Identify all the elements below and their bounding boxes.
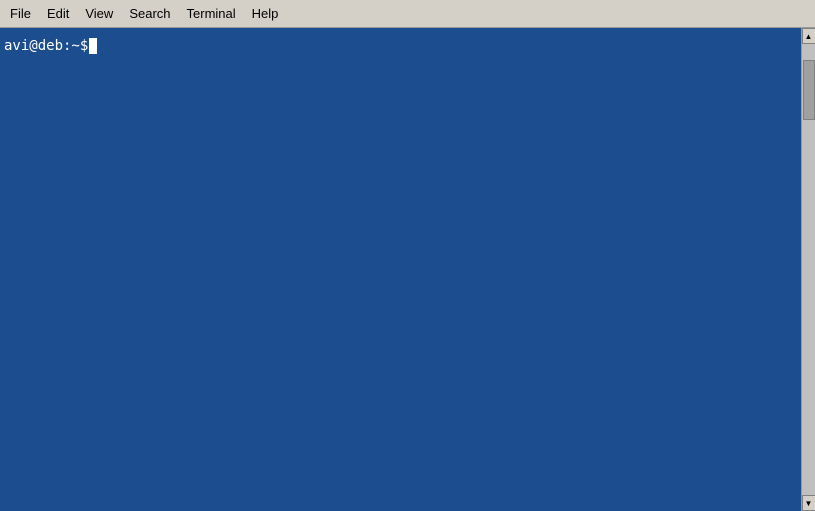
prompt-line: avi@deb:~$ xyxy=(4,38,97,54)
prompt-text: avi@deb:~$ xyxy=(4,38,88,54)
scrollbar[interactable]: ▲ ▼ xyxy=(801,28,815,511)
menu-item-edit[interactable]: Edit xyxy=(39,4,77,23)
terminal-area[interactable]: avi@deb:~$ ▲ ▼ xyxy=(0,28,815,511)
menu-item-help[interactable]: Help xyxy=(244,4,287,23)
menu-item-view[interactable]: View xyxy=(77,4,121,23)
menubar: FileEditViewSearchTerminalHelp xyxy=(0,0,815,28)
terminal-cursor xyxy=(89,38,97,54)
menu-item-file[interactable]: File xyxy=(2,4,39,23)
scrollbar-thumb[interactable] xyxy=(803,60,815,120)
scrollbar-up-button[interactable]: ▲ xyxy=(802,28,815,44)
menu-item-search[interactable]: Search xyxy=(121,4,178,23)
scrollbar-down-button[interactable]: ▼ xyxy=(802,495,815,511)
menu-item-terminal[interactable]: Terminal xyxy=(179,4,244,23)
